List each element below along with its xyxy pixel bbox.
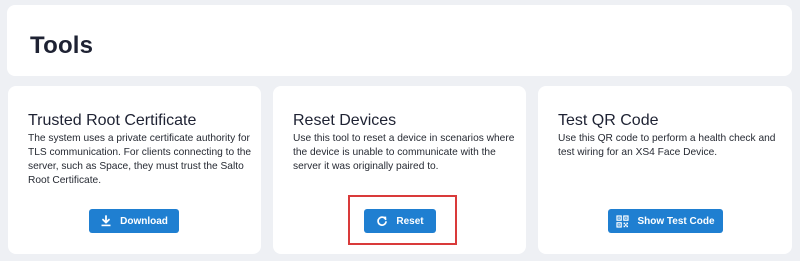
page-title: Tools [30,32,94,59]
header-card: Tools [7,5,792,76]
trusted-root-certificate-card: Trusted Root Certificate The system uses… [8,86,261,254]
card-title: Trusted Root Certificate [28,112,197,129]
card-title: Reset Devices [293,112,397,129]
show-test-code-button[interactable]: Show Test Code [608,209,723,233]
refresh-icon [376,215,388,227]
reset-devices-card: Reset Devices Use this tool to reset a d… [273,86,526,254]
card-description: Use this QR code to perform a health che… [558,133,776,158]
test-qr-code-card: Test QR Code Use this QR code to perform… [538,86,792,254]
reset-button[interactable]: Reset [364,209,436,233]
download-button[interactable]: Download [89,209,179,233]
card-description: The system uses a private certificate au… [28,133,252,186]
download-button-label: Download [120,215,168,227]
qr-code-icon [616,214,630,228]
download-icon [100,215,112,227]
card-description: Use this tool to reset a device in scena… [293,133,515,172]
show-test-code-button-label: Show Test Code [637,215,715,227]
reset-button-label: Reset [396,215,424,227]
card-title: Test QR Code [558,112,659,129]
